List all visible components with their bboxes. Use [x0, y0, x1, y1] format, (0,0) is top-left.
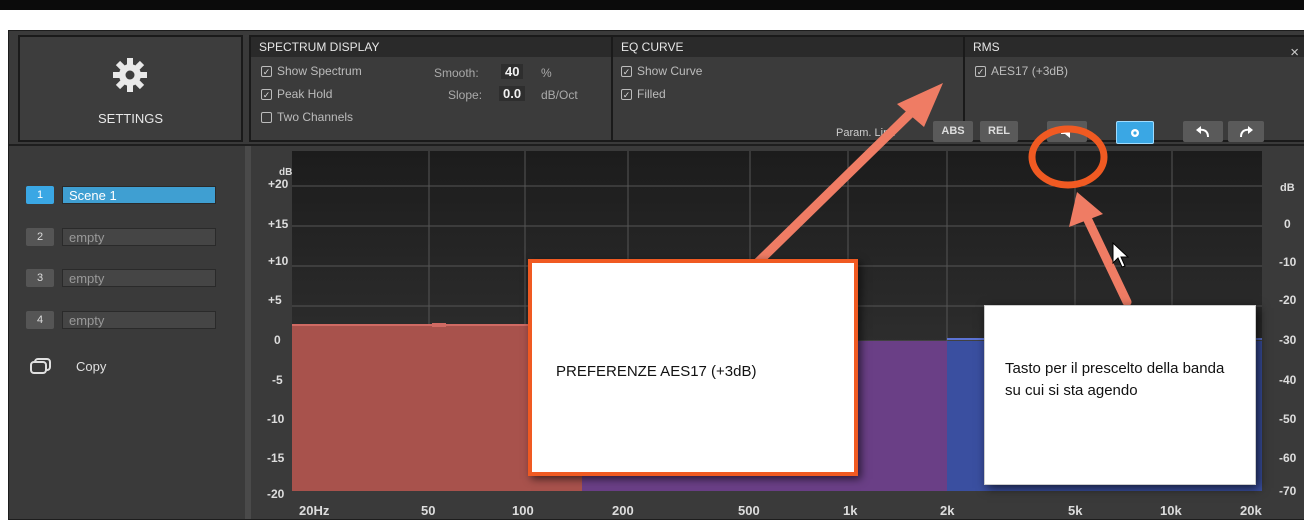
scene-slot-4[interactable]: 4 empty	[26, 311, 216, 329]
settings-label: SETTINGS	[97, 111, 163, 126]
show-spectrum-checkbox[interactable]: ✓ Show Spectrum	[261, 64, 362, 78]
gear-icon	[113, 58, 147, 92]
scene-name[interactable]: empty	[62, 228, 216, 246]
slope-label: Slope:	[448, 88, 483, 102]
y-axis-unit-right: dB	[1280, 182, 1295, 194]
checkbox-empty-icon	[261, 111, 272, 123]
aes17-checkbox[interactable]: ✓ AES17 (+3dB)	[975, 64, 1068, 78]
copy-button[interactable]: Copy	[30, 358, 106, 374]
scene-name[interactable]: empty	[62, 311, 216, 329]
x-tick-label: 200	[612, 503, 634, 518]
checkmark-icon: ✓	[261, 65, 272, 77]
y-right-tick-label: -10	[1279, 255, 1297, 269]
callout-band-button-text: Tasto per il prescelto della banda su cu…	[1005, 360, 1225, 399]
y-tick-label: -15	[267, 451, 285, 465]
scene-slot-1[interactable]: 1 Scene 1	[26, 186, 216, 204]
rms-title: RMS	[965, 37, 1304, 57]
copy-label: Copy	[76, 358, 107, 374]
x-tick-label: 20Hz	[299, 503, 330, 518]
y-tick-label: 0	[274, 333, 281, 347]
y-tick-label: -10	[267, 412, 285, 426]
x-tick-label: 2k	[940, 503, 955, 518]
settings-panel[interactable]: SETTINGS	[18, 35, 243, 142]
y-tick-label: -5	[272, 373, 283, 387]
slope-value[interactable]: 0.0	[499, 86, 526, 101]
scene-number: 4	[26, 311, 54, 329]
smooth-label: Smooth:	[434, 66, 479, 80]
y-tick-label: +20	[268, 177, 289, 191]
show-curve-checkbox[interactable]: ✓ Show Curve	[621, 64, 702, 78]
speaker-button[interactable]	[1047, 121, 1087, 142]
x-tick-label: 50	[421, 503, 436, 518]
band-settings-button[interactable]	[1116, 121, 1154, 144]
abs-button[interactable]: ABS	[933, 121, 973, 142]
filled-label: Filled	[637, 87, 666, 101]
x-tick-label: 100	[512, 503, 534, 518]
x-tick-label: 10k	[1160, 503, 1182, 518]
speaker-icon	[1061, 126, 1070, 138]
y-tick-label: +5	[268, 293, 282, 307]
rel-button[interactable]: REL	[980, 121, 1018, 142]
scene-name[interactable]: Scene 1	[62, 186, 216, 204]
y-right-tick-label: -40	[1279, 373, 1297, 387]
sidebar-separator	[245, 146, 251, 519]
checkmark-icon: ✓	[975, 65, 986, 77]
y-tick-label: +10	[268, 254, 289, 268]
y-tick-label: -20	[267, 487, 285, 501]
callout-aes17: PREFERENZE AES17 (+3dB)	[528, 259, 858, 476]
show-spectrum-label: Show Spectrum	[277, 64, 362, 78]
smooth-unit: %	[541, 66, 552, 80]
y-right-tick-label: -30	[1279, 333, 1297, 347]
checkmark-icon: ✓	[621, 88, 632, 100]
copy-icon	[30, 358, 51, 374]
header-divider	[9, 144, 1304, 146]
slope-unit: dB/Oct	[541, 88, 578, 102]
callout-aes17-text: PREFERENZE AES17 (+3dB)	[556, 363, 757, 380]
eq-curve-panel: EQ CURVE ✓ Show Curve ✓ Filled	[611, 35, 965, 142]
param-link-label: Param. Link	[836, 127, 895, 139]
peak-hold-label: Peak Hold	[277, 87, 333, 101]
x-tick-label: 1k	[843, 503, 858, 518]
y-right-tick-label: -60	[1279, 451, 1297, 465]
redo-button[interactable]	[1228, 121, 1264, 142]
callout-band-button: Tasto per il prescelto della banda su cu…	[984, 305, 1256, 485]
x-tick-label: 5k	[1068, 503, 1083, 518]
filled-checkbox[interactable]: ✓ Filled	[621, 87, 666, 101]
y-right-tick-label: -70	[1279, 484, 1297, 498]
y-right-tick-label: 0	[1284, 217, 1291, 231]
smooth-value[interactable]: 40	[501, 64, 524, 79]
two-channels-label: Two Channels	[277, 110, 354, 124]
close-icon[interactable]: ×	[1290, 44, 1299, 61]
redo-icon	[1240, 126, 1253, 138]
undo-icon	[1196, 126, 1209, 138]
peak-hold-checkbox[interactable]: ✓ Peak Hold	[261, 87, 332, 101]
top-bar	[0, 0, 1304, 10]
scene-number: 2	[26, 228, 54, 246]
spectrum-display-title: SPECTRUM DISPLAY	[251, 37, 611, 57]
aes17-label: AES17 (+3dB)	[991, 64, 1069, 78]
two-channels-checkbox[interactable]: Two Channels	[261, 110, 353, 124]
spectrum-display-panel: SPECTRUM DISPLAY ✓ Show Spectrum ✓ Peak …	[249, 35, 613, 142]
y-right-tick-label: -50	[1279, 412, 1297, 426]
x-tick-label: 500	[738, 503, 760, 518]
checkmark-icon: ✓	[621, 65, 632, 77]
band-low-handle[interactable]	[432, 323, 446, 327]
undo-button[interactable]	[1183, 121, 1223, 142]
scene-number: 1	[26, 186, 54, 204]
scene-name[interactable]: empty	[62, 269, 216, 287]
scene-number: 3	[26, 269, 54, 287]
y-tick-label: +15	[268, 217, 289, 231]
gear-icon	[1131, 129, 1139, 137]
scene-slot-3[interactable]: 3 empty	[26, 269, 216, 287]
scene-slot-2[interactable]: 2 empty	[26, 228, 216, 246]
eq-curve-title: EQ CURVE	[613, 37, 963, 57]
y-right-tick-label: -20	[1279, 293, 1297, 307]
show-curve-label: Show Curve	[637, 64, 703, 78]
x-tick-label: 20k	[1240, 503, 1262, 518]
checkmark-icon: ✓	[261, 88, 272, 100]
